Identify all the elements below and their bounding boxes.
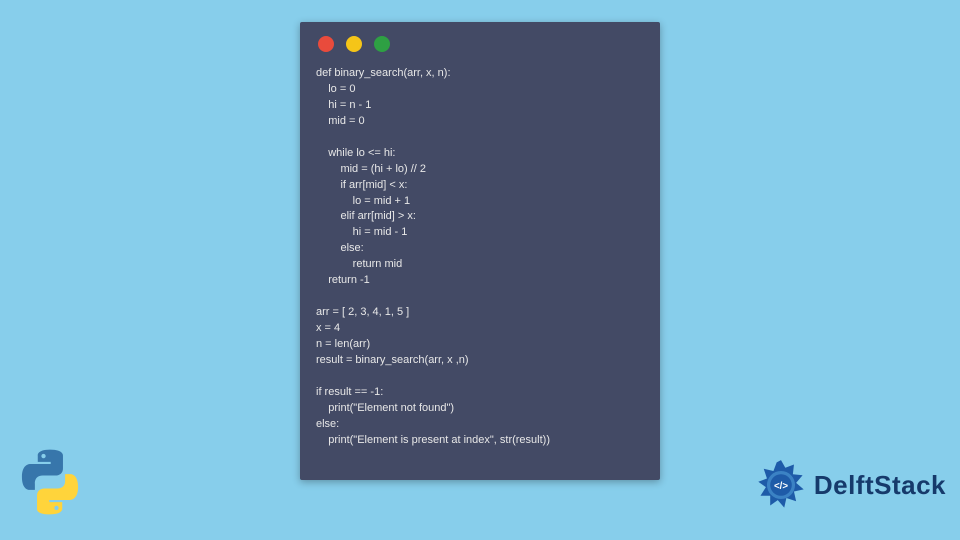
delftstack-logo: </> DelftStack [754,458,946,512]
maximize-icon [374,36,390,52]
code-window: def binary_search(arr, x, n): lo = 0 hi … [300,22,660,480]
close-icon [318,36,334,52]
python-icon [14,446,86,518]
minimize-icon [346,36,362,52]
delftstack-badge-icon: </> [754,458,808,512]
code-block: def binary_search(arr, x, n): lo = 0 hi … [316,66,644,449]
brand-name: DelftStack [814,470,946,501]
svg-text:</>: </> [774,481,788,492]
traffic-lights [316,36,644,52]
